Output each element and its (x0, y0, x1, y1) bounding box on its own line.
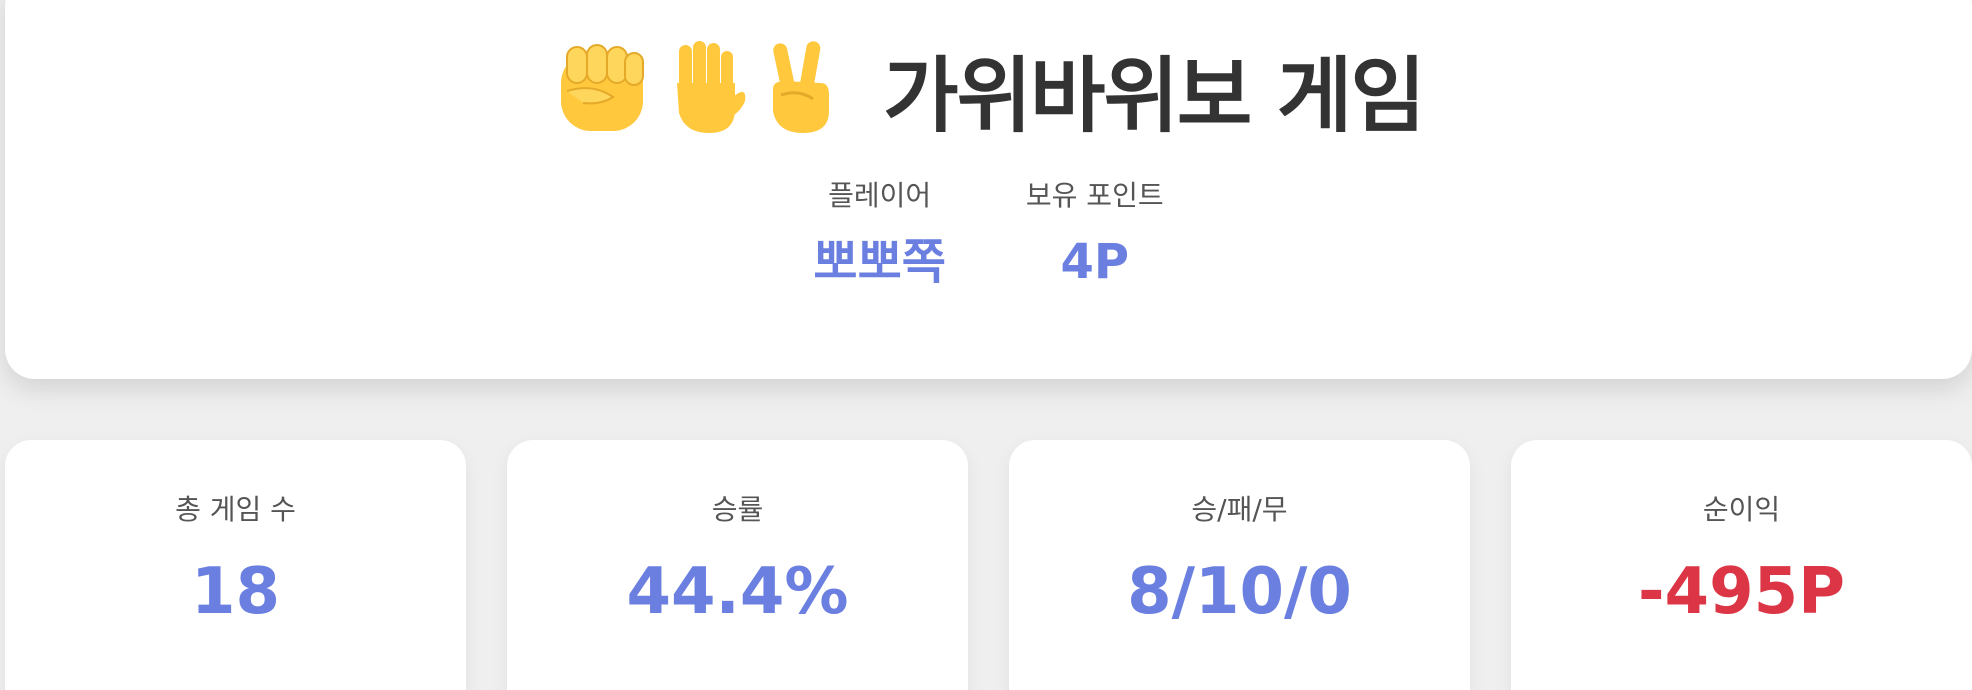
player-info: 플레이어 뽀뽀쪽 (813, 176, 945, 290)
stat-card-net-profit: 순이익 -495P (1511, 440, 1972, 690)
stat-card-total-games: 총 게임 수 18 (5, 440, 466, 690)
stat-value: 8/10/0 (1127, 555, 1352, 629)
stat-label: 순이익 (1702, 493, 1781, 526)
stat-value: -495P (1637, 555, 1846, 629)
points-value: 4P (1060, 234, 1130, 290)
raised-fist-icon (553, 39, 651, 137)
player-label: 플레이어 (828, 179, 932, 212)
stat-label: 총 게임 수 (175, 493, 296, 526)
title-emoji-group (553, 39, 853, 137)
header-card: 가위바위보 게임 플레이어 뽀뽀쪽 보유 포인트 4P (5, 0, 1972, 379)
title-row: 가위바위보 게임 (5, 38, 1972, 144)
player-name: 뽀뽀쪽 (813, 234, 946, 290)
stat-value: 18 (190, 555, 281, 629)
page: 가위바위보 게임 플레이어 뽀뽀쪽 보유 포인트 4P 총 게임 수 18 승률… (0, 0, 1972, 690)
victory-hand-icon (763, 39, 839, 137)
stat-label: 승률 (711, 493, 764, 526)
points-info: 보유 포인트 4P (1026, 176, 1164, 290)
stat-label: 승/패/무 (1191, 493, 1288, 526)
stat-card-win-loss-draw: 승/패/무 8/10/0 (1009, 440, 1470, 690)
player-info-row: 플레이어 뽀뽀쪽 보유 포인트 4P (5, 176, 1972, 290)
page-title: 가위바위보 게임 (883, 48, 1426, 144)
stat-value: 44.4% (626, 555, 849, 629)
stat-card-win-rate: 승률 44.4% (507, 440, 968, 690)
raised-hand-icon (665, 39, 749, 137)
points-label: 보유 포인트 (1025, 179, 1164, 212)
